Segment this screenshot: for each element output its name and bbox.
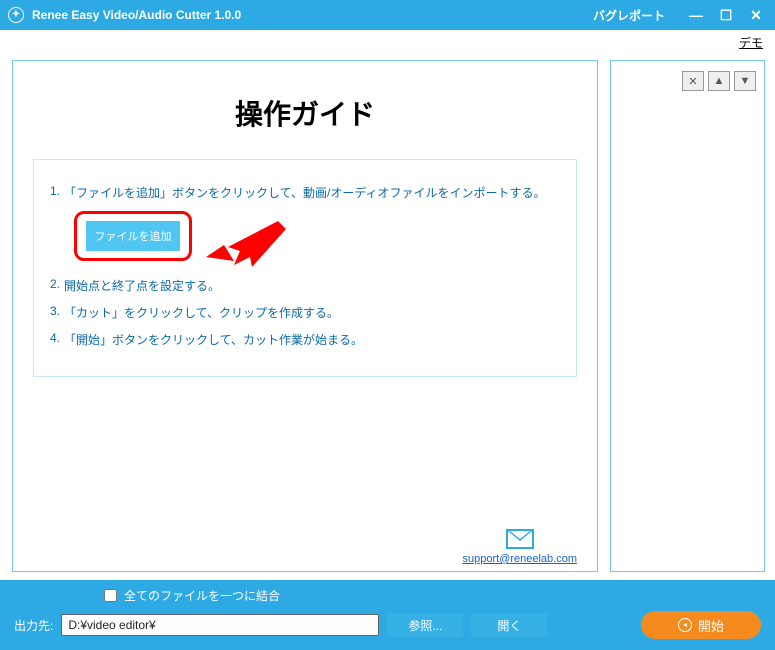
start-button[interactable]: 開始 [641, 611, 761, 639]
step-2: 2. 開始点と終了点を設定する。 [50, 277, 560, 294]
demo-link[interactable]: デモ [739, 34, 763, 51]
merge-label: 全てのファイルを一つに結合 [124, 587, 280, 604]
browse-button[interactable]: 参照... [387, 613, 463, 637]
app-icon [8, 7, 24, 23]
add-file-button[interactable]: ファイルを追加 [86, 221, 180, 251]
content-area: 操作ガイド 1. 「ファイルを追加」ボタンをクリックして、動画/オーディオファイ… [0, 54, 775, 580]
guide-title: 操作ガイド [33, 93, 577, 133]
support-email-link[interactable]: support@reneelab.com [462, 553, 577, 565]
step-num: 1. [50, 184, 60, 201]
list-controls: ✕ ▲ ▼ [619, 71, 756, 91]
step-1: 1. 「ファイルを追加」ボタンをクリックして、動画/オーディオファイルをインポー… [50, 184, 560, 201]
minimize-button[interactable]: — [681, 0, 711, 30]
step-text: 開始点と終了点を設定する。 [64, 277, 220, 294]
merge-row: 全てのファイルを一つに結合 [100, 586, 761, 605]
output-label: 出力先: [14, 617, 53, 634]
title-bar: Renee Easy Video/Audio Cutter 1.0.0 バグレポ… [0, 0, 775, 30]
step-num: 3. [50, 304, 60, 321]
step-text: 「ファイルを追加」ボタンをクリックして、動画/オーディオファイルをインポートする… [64, 184, 546, 201]
refresh-icon [678, 618, 692, 632]
remove-item-button[interactable]: ✕ [682, 71, 704, 91]
demo-bar: デモ [0, 30, 775, 54]
open-button[interactable]: 開く [471, 613, 547, 637]
maximize-button[interactable]: ☐ [711, 0, 741, 30]
output-row: 出力先: 参照... 開く 開始 [14, 611, 761, 639]
output-path-input[interactable] [61, 614, 379, 636]
app-title: Renee Easy Video/Audio Cutter 1.0.0 [32, 8, 241, 22]
close-button[interactable]: ✕ [741, 0, 771, 30]
arrow-icon [206, 217, 296, 277]
bottom-bar: 全てのファイルを一つに結合 出力先: 参照... 開く 開始 [0, 580, 775, 650]
add-file-area: ファイルを追加 [74, 211, 560, 267]
support-block: support@reneelab.com [462, 529, 577, 565]
step-text: 「カット」をクリックして、クリップを作成する。 [64, 304, 339, 321]
bug-report-link[interactable]: バグレポート [593, 7, 665, 24]
start-label: 開始 [698, 616, 724, 635]
step-text: 「開始」ボタンをクリックして、カット作業が始まる。 [64, 331, 363, 348]
steps-box: 1. 「ファイルを追加」ボタンをクリックして、動画/オーディオファイルをインポー… [33, 159, 577, 377]
step-num: 4. [50, 331, 60, 348]
move-up-button[interactable]: ▲ [708, 71, 730, 91]
step-num: 2. [50, 277, 60, 294]
mail-icon [506, 529, 534, 549]
file-list-panel: ✕ ▲ ▼ [610, 60, 765, 572]
step-3: 3. 「カット」をクリックして、クリップを作成する。 [50, 304, 560, 321]
guide-panel: 操作ガイド 1. 「ファイルを追加」ボタンをクリックして、動画/オーディオファイ… [12, 60, 598, 572]
merge-checkbox[interactable] [104, 589, 117, 602]
step-4: 4. 「開始」ボタンをクリックして、カット作業が始まる。 [50, 331, 560, 348]
move-down-button[interactable]: ▼ [734, 71, 756, 91]
